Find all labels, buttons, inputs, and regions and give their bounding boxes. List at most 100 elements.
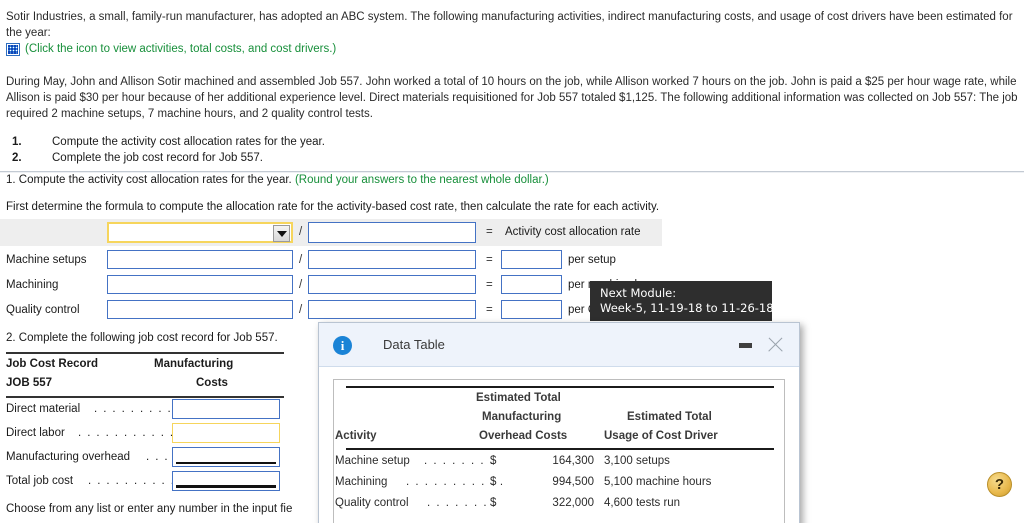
row-dots: . . . . . . . .: [427, 497, 498, 509]
problem-paragraph-1: Sotir Industries, a small, family-run ma…: [6, 11, 1013, 39]
part1-heading-note: (Round your answers to the nearest whole…: [294, 174, 549, 186]
jcr-row-manufacturing-overhead: Manufacturing overhead . . .: [6, 446, 284, 469]
jcr-subtotal-rule: [176, 462, 276, 464]
row-driver: 3,100 setups: [604, 455, 670, 467]
problem-paragraph-2: During May, John and Allison Sotir machi…: [6, 76, 1018, 120]
jcr-direct-labor-input[interactable]: [172, 423, 280, 443]
jcr-row-dots: . . . . . . . . . .: [94, 403, 182, 415]
rate-slash: /: [299, 279, 303, 291]
estimated-costs-table: Estimated Total Manufacturing Estimated …: [333, 379, 785, 523]
jcr-row-label: Direct labor: [6, 427, 65, 439]
chevron-down-icon[interactable]: [273, 225, 290, 242]
jcr-manufacturing-overhead-input[interactable]: [172, 447, 280, 467]
col1-header: Activity: [335, 430, 377, 442]
col3-header-line2: Usage of Cost Driver: [604, 430, 718, 442]
requirement-1-text: Compute the activity cost allocation rat…: [52, 136, 325, 148]
jcr-row-direct-material: Direct material . . . . . . . . . .: [6, 398, 284, 421]
help-question-icon[interactable]: ?: [987, 472, 1012, 497]
table-top-rule: [346, 386, 774, 388]
row-activity: Machining: [335, 476, 388, 488]
rate-slash: /: [299, 304, 303, 316]
rate-result-input[interactable]: [501, 275, 562, 294]
page-root: Sotir Industries, a small, family-run ma…: [0, 0, 1024, 523]
jcr-row-dots: . . . . . . . . . . .: [88, 475, 185, 487]
formula-numerator-dropdown[interactable]: [107, 222, 293, 243]
row-currency: $: [490, 455, 497, 467]
info-icon: i: [333, 336, 352, 355]
jcr-total-rule: [176, 485, 276, 488]
jcr-header-left-2: JOB 557: [6, 377, 53, 389]
formula-slash: /: [299, 226, 303, 238]
jcr-direct-material-input[interactable]: [172, 399, 280, 419]
row-driver: 4,600 tests run: [604, 497, 681, 509]
next-module-tooltip: Next Module: Week-5, 11-19-18 to 11-26-1…: [590, 281, 774, 321]
row-currency: $: [490, 497, 497, 509]
jcr-row-dots: . . .: [146, 451, 169, 463]
close-icon[interactable]: [766, 335, 785, 354]
data-table-grid-icon[interactable]: [6, 42, 20, 56]
jcr-row-label: Total job cost: [6, 475, 74, 487]
part1-instruction: First determine the formula to compute t…: [6, 201, 660, 213]
rate-row-label: Quality control: [6, 304, 80, 316]
data-table-link-line: (Click the icon to view activities, tota…: [6, 41, 336, 57]
rate-equals: =: [486, 254, 493, 266]
row-cost: 322,000: [552, 497, 594, 509]
jcr-top-rule: [6, 352, 284, 354]
rate-result-input[interactable]: [501, 300, 562, 319]
table-header-rule: [346, 448, 774, 450]
rate-denominator-input[interactable]: [308, 275, 476, 294]
jcr-row-direct-labor: Direct labor . . . . . . . . . . . .: [6, 422, 284, 445]
jcr-row-dots: . . . . . . . . . . . .: [78, 427, 184, 439]
requirement-2-number: 2.: [12, 152, 22, 164]
row-currency: $: [490, 476, 497, 488]
requirement-1-number: 1.: [12, 136, 22, 148]
jcr-header-right-2: Costs: [196, 377, 228, 389]
data-table-dialog: i Data Table Estimated Total Manufacturi…: [318, 322, 800, 523]
minimize-icon[interactable]: [739, 343, 752, 348]
row-cost: 994,500: [552, 476, 594, 488]
rate-denominator-input[interactable]: [308, 300, 476, 319]
part2-heading: 2. Complete the following job cost recor…: [6, 332, 278, 344]
jcr-row-label: Direct material: [6, 403, 81, 415]
formula-equals: =: [486, 226, 493, 238]
part1-heading-main: 1. Compute the activity cost allocation …: [6, 174, 292, 186]
rate-equals: =: [486, 304, 493, 316]
formula-denominator-field[interactable]: [308, 222, 476, 243]
rate-numerator-input[interactable]: [107, 275, 293, 294]
tooltip-line-2: Week-5, 11-19-18 to 11-26-18: [600, 301, 774, 315]
data-table-link-text[interactable]: (Click the icon to view activities, tota…: [25, 41, 336, 57]
col3-header-line1: Estimated Total: [627, 411, 712, 423]
rate-unit-label: per setup: [568, 254, 616, 266]
rate-equals: =: [486, 279, 493, 291]
col2-header-line1: Manufacturing: [482, 411, 562, 423]
input-instruction-note: Choose from any list or enter any number…: [6, 503, 293, 515]
dialog-title: Data Table: [383, 337, 445, 352]
row-cost: 164,300: [552, 455, 594, 467]
rate-row-label: Machine setups: [6, 254, 87, 266]
row-activity: Machine setup: [335, 455, 410, 467]
jcr-total-job-cost-input[interactable]: [172, 471, 280, 491]
jcr-row-label: Manufacturing overhead: [6, 451, 131, 463]
rate-denominator-input[interactable]: [308, 250, 476, 269]
formula-result-label: Activity cost allocation rate: [505, 226, 641, 238]
requirement-1: 1. Compute the activity cost allocation …: [12, 136, 912, 152]
dialog-title-bar: i Data Table: [319, 323, 799, 367]
requirement-2: 2. Complete the job cost record for Job …: [12, 152, 912, 168]
jcr-row-total-job-cost: Total job cost . . . . . . . . . . .: [6, 470, 284, 493]
row-dots: . . . . . . . .: [424, 455, 495, 467]
row-driver: 5,100 machine hours: [604, 476, 712, 488]
rate-numerator-input[interactable]: [107, 300, 293, 319]
rate-result-input[interactable]: [501, 250, 562, 269]
jcr-header-left-1: Job Cost Record: [6, 358, 99, 370]
requirement-2-text: Complete the job cost record for Job 557…: [52, 152, 263, 164]
row-activity: Quality control: [335, 497, 409, 509]
tooltip-line-1: Next Module:: [600, 286, 677, 300]
jcr-header-right-1: Manufacturing: [154, 358, 234, 370]
rate-row-label: Machining: [6, 279, 59, 291]
rate-numerator-input[interactable]: [107, 250, 293, 269]
col-group-header: Estimated Total: [476, 392, 561, 404]
dialog-body: Estimated Total Manufacturing Estimated …: [319, 367, 799, 523]
part1-heading: 1. Compute the activity cost allocation …: [6, 174, 549, 186]
col2-header-line2: Overhead Costs: [479, 430, 568, 442]
section-divider: [0, 171, 1024, 173]
